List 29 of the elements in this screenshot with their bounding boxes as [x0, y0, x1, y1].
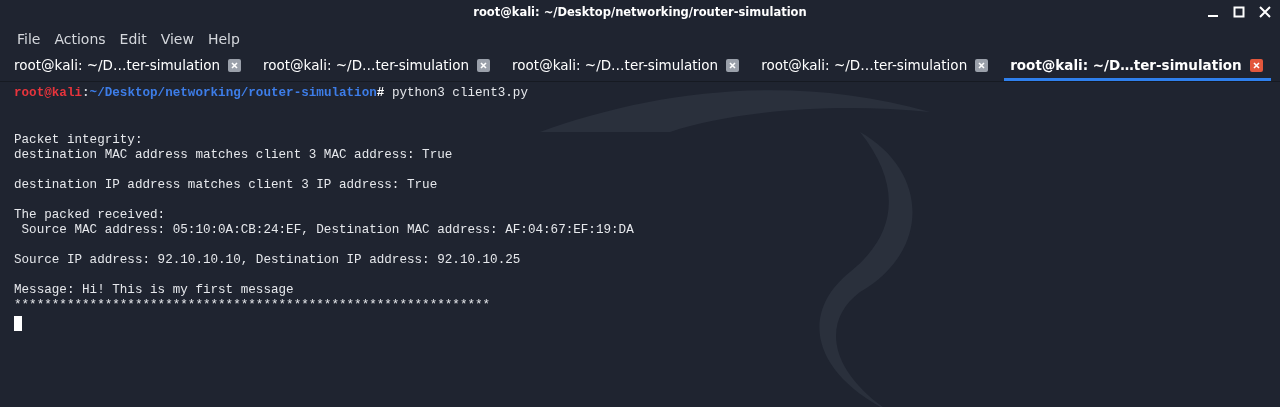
close-tab-icon[interactable]: [228, 58, 242, 72]
menu-item[interactable]: View: [153, 28, 201, 50]
output-line: destination MAC address matches client 3 MAC address: True: [14, 148, 453, 162]
output-line: destination IP address matches client 3 IP address: True: [14, 178, 438, 192]
command-text: python3 client3.py: [391, 86, 528, 100]
maximize-icon[interactable]: [1232, 5, 1246, 19]
close-tab-icon[interactable]: [1249, 58, 1263, 72]
text-cursor: [14, 316, 22, 331]
terminal-tab[interactable]: root@kali: ~/D…ter-simulation: [506, 52, 748, 81]
close-tab-icon[interactable]: [726, 58, 740, 72]
output-line: Message: Hi! This is my first message: [14, 283, 294, 297]
close-icon[interactable]: [1258, 5, 1272, 19]
terminal-tab[interactable]: root@kali: ~/D…ter-simulation: [257, 52, 499, 81]
close-tab-icon[interactable]: [975, 58, 989, 72]
prompt-text: root@kali:~/Desktop/networking/router-simulation#: [14, 86, 385, 100]
output-line: ***************************************************************: [14, 298, 491, 312]
output-line: The packed received:: [14, 208, 166, 222]
menu-item[interactable]: Actions: [47, 28, 113, 50]
close-tab-icon[interactable]: [477, 58, 491, 72]
menu-item[interactable]: Edit: [112, 28, 154, 50]
output-line: Source IP address: 92.10.10.10, Destination IP address: 92.10.10.25: [14, 253, 521, 267]
terminal-tab[interactable]: root@kali: ~/D…ter-simulation: [755, 52, 997, 81]
output-line: Packet integrity:: [14, 133, 143, 147]
terminal-tab[interactable]: root@kali: ~/D…ter-simulation: [8, 52, 250, 81]
output-line: Source MAC address: 05:10:0A:CB:24:EF, Destination MAC address: AF:04:67:EF:19:DA: [20, 223, 634, 237]
menu-item[interactable]: Help: [200, 28, 247, 50]
window-title: root@kali: ~/Desktop/networking/router-simulation: [473, 4, 807, 22]
terminal-tab[interactable]: root@kali: ~/D…ter-simulation: [1004, 52, 1271, 81]
menu-item[interactable]: File: [10, 28, 48, 50]
